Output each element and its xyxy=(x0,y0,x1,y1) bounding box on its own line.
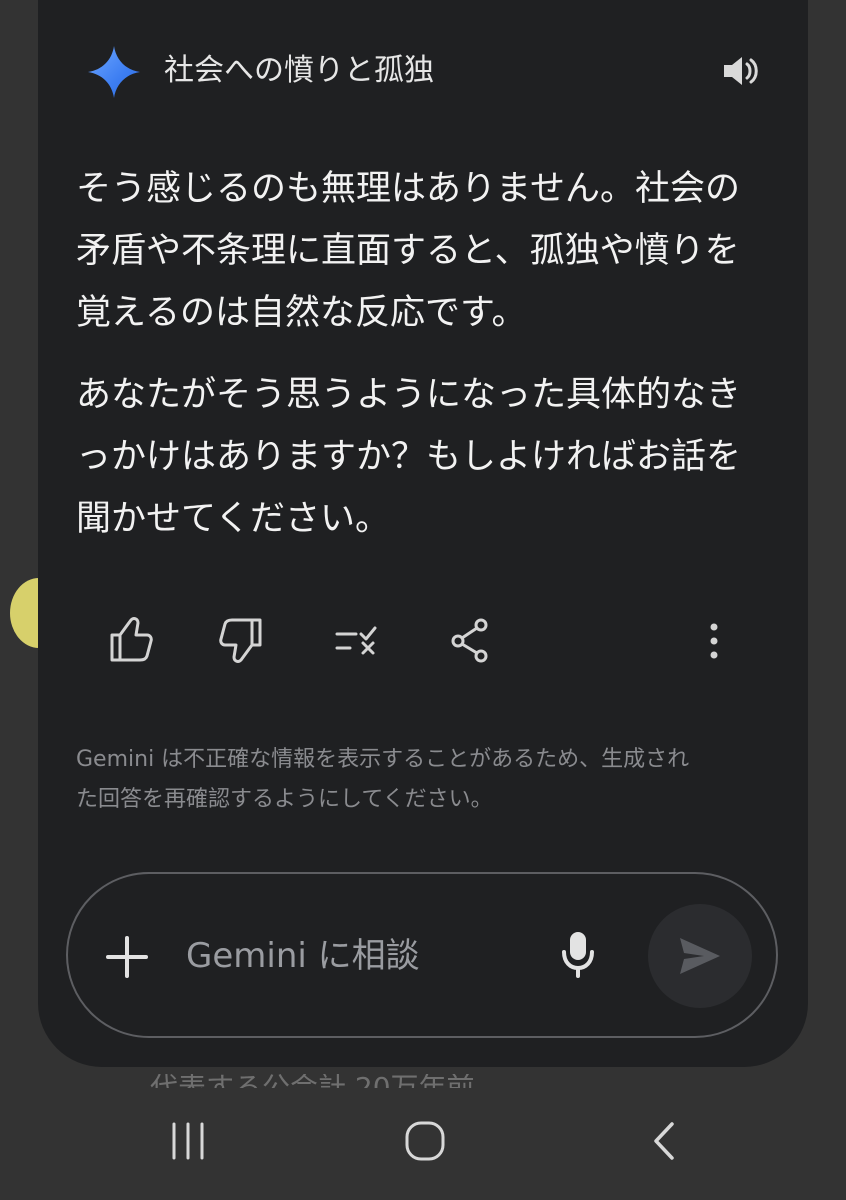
page-title: 社会への憤りと孤独 xyxy=(164,53,434,88)
speaker-icon xyxy=(724,57,758,85)
gemini-spark-icon xyxy=(86,44,142,100)
back-icon xyxy=(654,1122,674,1160)
share-button[interactable] xyxy=(444,610,494,670)
add-attachment-button[interactable] xyxy=(102,932,152,982)
recent-apps-icon xyxy=(172,1122,204,1160)
double-check-button[interactable] xyxy=(332,610,382,670)
response-line-5: っかけはありますか？もしよければお話を xyxy=(76,437,742,477)
like-button[interactable] xyxy=(104,610,154,670)
recent-apps-button[interactable] xyxy=(168,1120,210,1162)
dislike-button[interactable] xyxy=(218,610,268,670)
system-navigation-bar xyxy=(0,1088,846,1200)
response-line-2: 矛盾や不条理に直面すると、孤独や憤りを xyxy=(76,231,740,271)
response-line-6: 聞かせてください。 xyxy=(76,499,390,539)
speaker-button[interactable] xyxy=(716,50,764,92)
assistant-response: そう感じるのも無理はありません。社会の 矛盾や不条理に直面すると、孤独や憤りを … xyxy=(76,158,776,570)
microphone-button[interactable] xyxy=(556,928,600,980)
home-icon xyxy=(405,1121,445,1161)
microphone-icon xyxy=(562,932,594,978)
more-vertical-icon xyxy=(710,623,718,659)
prompt-input[interactable]: Gemini に相談 xyxy=(186,930,506,982)
share-icon xyxy=(451,618,488,663)
more-options-button[interactable] xyxy=(700,610,728,670)
thumbs-down-icon xyxy=(219,618,262,663)
disclaimer-line-2: た回答を再確認するようにしてください。 xyxy=(76,787,493,812)
disclaimer-line-1: Gemini は不正確な情報を表示することがあるため、生成され xyxy=(76,747,690,772)
header: 社会への憤りと孤独 xyxy=(0,0,846,130)
plus-icon xyxy=(106,936,148,978)
send-button[interactable] xyxy=(648,904,752,1008)
response-actions xyxy=(0,610,846,680)
response-paragraph-2: あなたがそう思うようになった具体的なき っかけはありますか？もしよければお話を … xyxy=(76,364,776,550)
send-icon xyxy=(680,938,720,974)
response-paragraph-1: そう感じるのも無理はありません。社会の 矛盾や不条理に直面すると、孤独や憤りを … xyxy=(76,158,776,344)
home-button[interactable] xyxy=(402,1118,448,1164)
disclaimer: Gemini は不正確な情報を表示することがあるため、生成され た回答を再確認す… xyxy=(76,740,776,820)
response-line-4: あなたがそう思うようになった具体的なき xyxy=(76,375,742,415)
back-button[interactable] xyxy=(646,1118,680,1164)
response-line-3: 覚えるのは自然な反応です。 xyxy=(76,293,527,333)
thumbs-up-icon xyxy=(110,617,153,662)
double-check-icon xyxy=(335,626,377,655)
response-line-1: そう感じるのも無理はありません。社会の xyxy=(76,169,740,209)
